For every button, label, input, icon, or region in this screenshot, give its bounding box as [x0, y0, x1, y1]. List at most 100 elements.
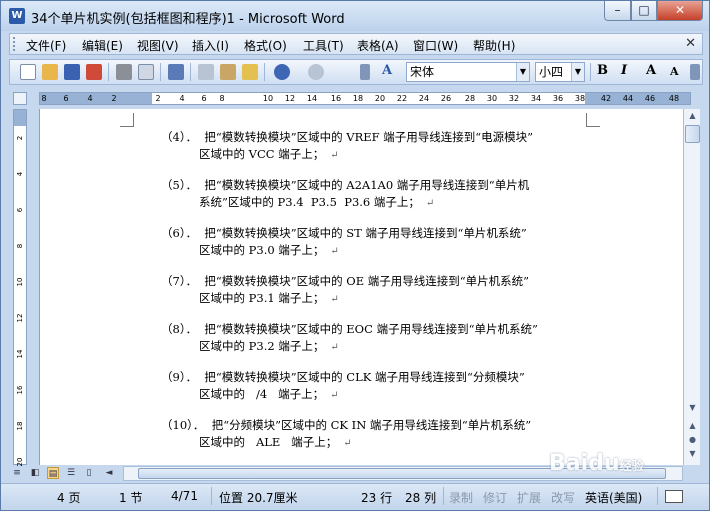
menu-table[interactable]: 表格(A) [357, 37, 399, 54]
save-icon[interactable] [64, 64, 80, 80]
print-layout-icon[interactable]: ▤ [47, 467, 59, 479]
chevron-down-icon[interactable]: ▼ [516, 63, 529, 81]
ruler-tick-label: 8 [219, 94, 225, 103]
grow-font-button[interactable]: A [646, 63, 656, 78]
document-paragraph[interactable]: （10）． 把“分频模块”区域中的 CK IN 端子用导线连接到“单片机系统” 区… [161, 417, 531, 452]
ruler-tick-label: 36 [552, 94, 564, 103]
menubar-grip[interactable] [13, 37, 16, 51]
ruler-tick-label: 6 [201, 94, 207, 103]
document-paragraph[interactable]: （7）． 把“模数转换模块”区域中的 OE 端子用导线连接到“单片机系统” 区域中… [161, 273, 529, 308]
italic-button[interactable]: I [621, 63, 627, 78]
permission-icon[interactable] [86, 64, 102, 80]
font-name-select[interactable]: 宋体 ▼ [406, 62, 530, 82]
spelling-check-icon[interactable] [168, 64, 184, 80]
menu-file[interactable]: 文件(F) [26, 37, 66, 54]
title-bar[interactable]: W 34个单片机实例(包括框图和程序)1 - Microsoft Word – … [1, 1, 709, 31]
vruler-tick-label: 10 [16, 277, 24, 287]
document-paragraph[interactable]: （5）． 把“模数转换模块”区域中的 A2A1A0 端子用导线连接到“单片机 系统… [161, 177, 529, 212]
word-app-icon[interactable]: W [9, 8, 25, 24]
bold-button[interactable]: B [597, 63, 608, 78]
status-position: 位置 20.7厘米 [219, 491, 298, 505]
status-language[interactable]: 英语(美国) [585, 489, 642, 506]
paragraph-line-1: （7）． 把“模数转换模块”区域中的 OE 端子用导线连接到“单片机系统” [161, 274, 530, 288]
document-paragraph[interactable]: （4）． 把“模数转换模块”区域中的 VREF 端子用导线连接到“电源模块” 区域… [161, 129, 533, 164]
toolbar-options-chevron-icon[interactable] [360, 64, 370, 80]
paragraph-line-2: 区域中的 P3.2 端子上； ↵ [161, 338, 538, 356]
status-track-changes[interactable]: 修订 [483, 489, 507, 506]
paragraph-line-2: 区域中的 P3.0 端子上； ↵ [161, 242, 527, 260]
menu-view[interactable]: 视图(V) [137, 37, 179, 54]
vertical-scrollbar[interactable]: ▲ ▼ ▲ ● ▼ [683, 109, 700, 465]
scroll-up-icon[interactable]: ▲ [685, 109, 700, 123]
document-paragraph[interactable]: （6）． 把“模数转换模块”区域中的 ST 端子用导线连接到“单片机系统” 区域中… [161, 225, 527, 260]
paragraph-line-1: （9）． 把“模数转换模块”区域中的 CLK 端子用导线连接到“分频模块” [161, 370, 525, 384]
undo-icon[interactable] [274, 64, 290, 80]
minimize-button[interactable]: – [604, 1, 631, 21]
menu-edit[interactable]: 编辑(E) [82, 37, 123, 54]
toolbar-separator [190, 63, 191, 81]
status-extend[interactable]: 扩展 [517, 489, 541, 506]
tab-selector[interactable] [13, 92, 27, 105]
browse-object-icon[interactable]: ● [685, 433, 700, 447]
reading-layout-icon[interactable]: ▯ [83, 467, 95, 479]
ruler-tick-label: 30 [486, 94, 498, 103]
paragraph-line-2: 区域中的 /4 端子上； ↵ [161, 386, 525, 404]
toolbar-options-chevron-icon[interactable] [690, 64, 700, 80]
maximize-button[interactable]: □ [631, 1, 657, 21]
open-folder-icon[interactable] [42, 64, 58, 80]
paragraph-mark-icon: ↵ [330, 246, 339, 257]
redo-icon[interactable] [308, 64, 324, 80]
ruler-tick-label: 4 [87, 94, 93, 103]
chevron-down-icon[interactable]: ▼ [571, 63, 584, 81]
cut-icon[interactable] [198, 64, 214, 80]
styles-icon[interactable]: A [382, 63, 392, 78]
web-layout-icon[interactable]: ◧ [29, 467, 41, 479]
document-page[interactable]: （4）． 把“模数转换模块”区域中的 VREF 端子用导线连接到“电源模块” 区域… [39, 109, 683, 465]
watermark-sub: 经验 [619, 459, 644, 473]
document-paragraph[interactable]: （8）． 把“模数转换模块”区域中的 EOC 端子用导线连接到“单片机系统” 区域… [161, 321, 538, 356]
menu-insert[interactable]: 插入(I) [192, 37, 229, 54]
format-painter-icon[interactable] [242, 64, 258, 80]
ruler-tick-label: 20 [374, 94, 386, 103]
scroll-left-icon[interactable]: ◄ [103, 467, 115, 479]
spelling-status-icon[interactable] [665, 490, 683, 503]
status-overtype[interactable]: 改写 [551, 489, 575, 506]
ruler-tick-label: 10 [262, 94, 274, 103]
vertical-ruler[interactable]: 2 4 6 8 10 12 14 16 18 20 [13, 109, 27, 466]
paste-icon[interactable] [220, 64, 236, 80]
menu-help[interactable]: 帮助(H) [473, 37, 515, 54]
outline-view-icon[interactable]: ☰ [65, 467, 77, 479]
ruler-tick-label: 2 [155, 94, 161, 103]
shrink-font-button[interactable]: A [670, 65, 679, 78]
ruler-tick-label: 34 [530, 94, 542, 103]
print-icon[interactable] [116, 64, 132, 80]
font-size-value: 小四 [539, 65, 564, 79]
word-window: W 34个单片机实例(包括框图和程序)1 - Microsoft Word – … [0, 0, 710, 511]
horizontal-ruler[interactable]: 8 6 4 2 2 4 6 8 10 12 14 16 18 20 22 24 26 28 30 32 34 36 38 42… [39, 92, 691, 105]
print-preview-icon[interactable] [138, 64, 154, 80]
ruler-tick-label: 14 [306, 94, 318, 103]
ruler-tick-label: 18 [352, 94, 364, 103]
ruler-tick-label: 42 [600, 94, 612, 103]
document-paragraph[interactable]: （9）． 把“模数转换模块”区域中的 CLK 端子用导线连接到“分频模块” 区域中… [161, 369, 525, 404]
scroll-down-icon[interactable]: ▼ [685, 401, 700, 415]
font-size-select[interactable]: 小四 ▼ [535, 62, 585, 82]
paragraph-line-1: （8）． 把“模数转换模块”区域中的 EOC 端子用导线连接到“单片机系统” [161, 322, 538, 336]
status-record[interactable]: 录制 [449, 489, 473, 506]
next-page-icon[interactable]: ▼ [685, 447, 700, 461]
previous-page-icon[interactable]: ▲ [685, 419, 700, 433]
ruler-area: 8 6 4 2 2 4 6 8 10 12 14 16 18 20 22 24 26 28 30 32 34 36 38 42… [1, 89, 709, 107]
ruler-tick-label: 4 [179, 94, 185, 103]
new-document-icon[interactable] [20, 64, 36, 80]
close-button[interactable]: ✕ [657, 1, 703, 21]
page-corner-mark [120, 113, 134, 127]
menu-window[interactable]: 窗口(W) [413, 37, 458, 54]
ruler-tick-label: 28 [464, 94, 476, 103]
vruler-tick-label: 2 [16, 135, 24, 141]
menu-format[interactable]: 格式(O) [244, 37, 287, 54]
menu-tools[interactable]: 工具(T) [303, 37, 344, 54]
paragraph-line-2: 系统”区域中的 P3.4 P3.5 P3.6 端子上； ↵ [161, 194, 529, 212]
scroll-thumb[interactable] [685, 125, 700, 143]
normal-view-icon[interactable]: ≡ [11, 467, 23, 479]
document-close-icon[interactable]: ✕ [685, 36, 696, 51]
